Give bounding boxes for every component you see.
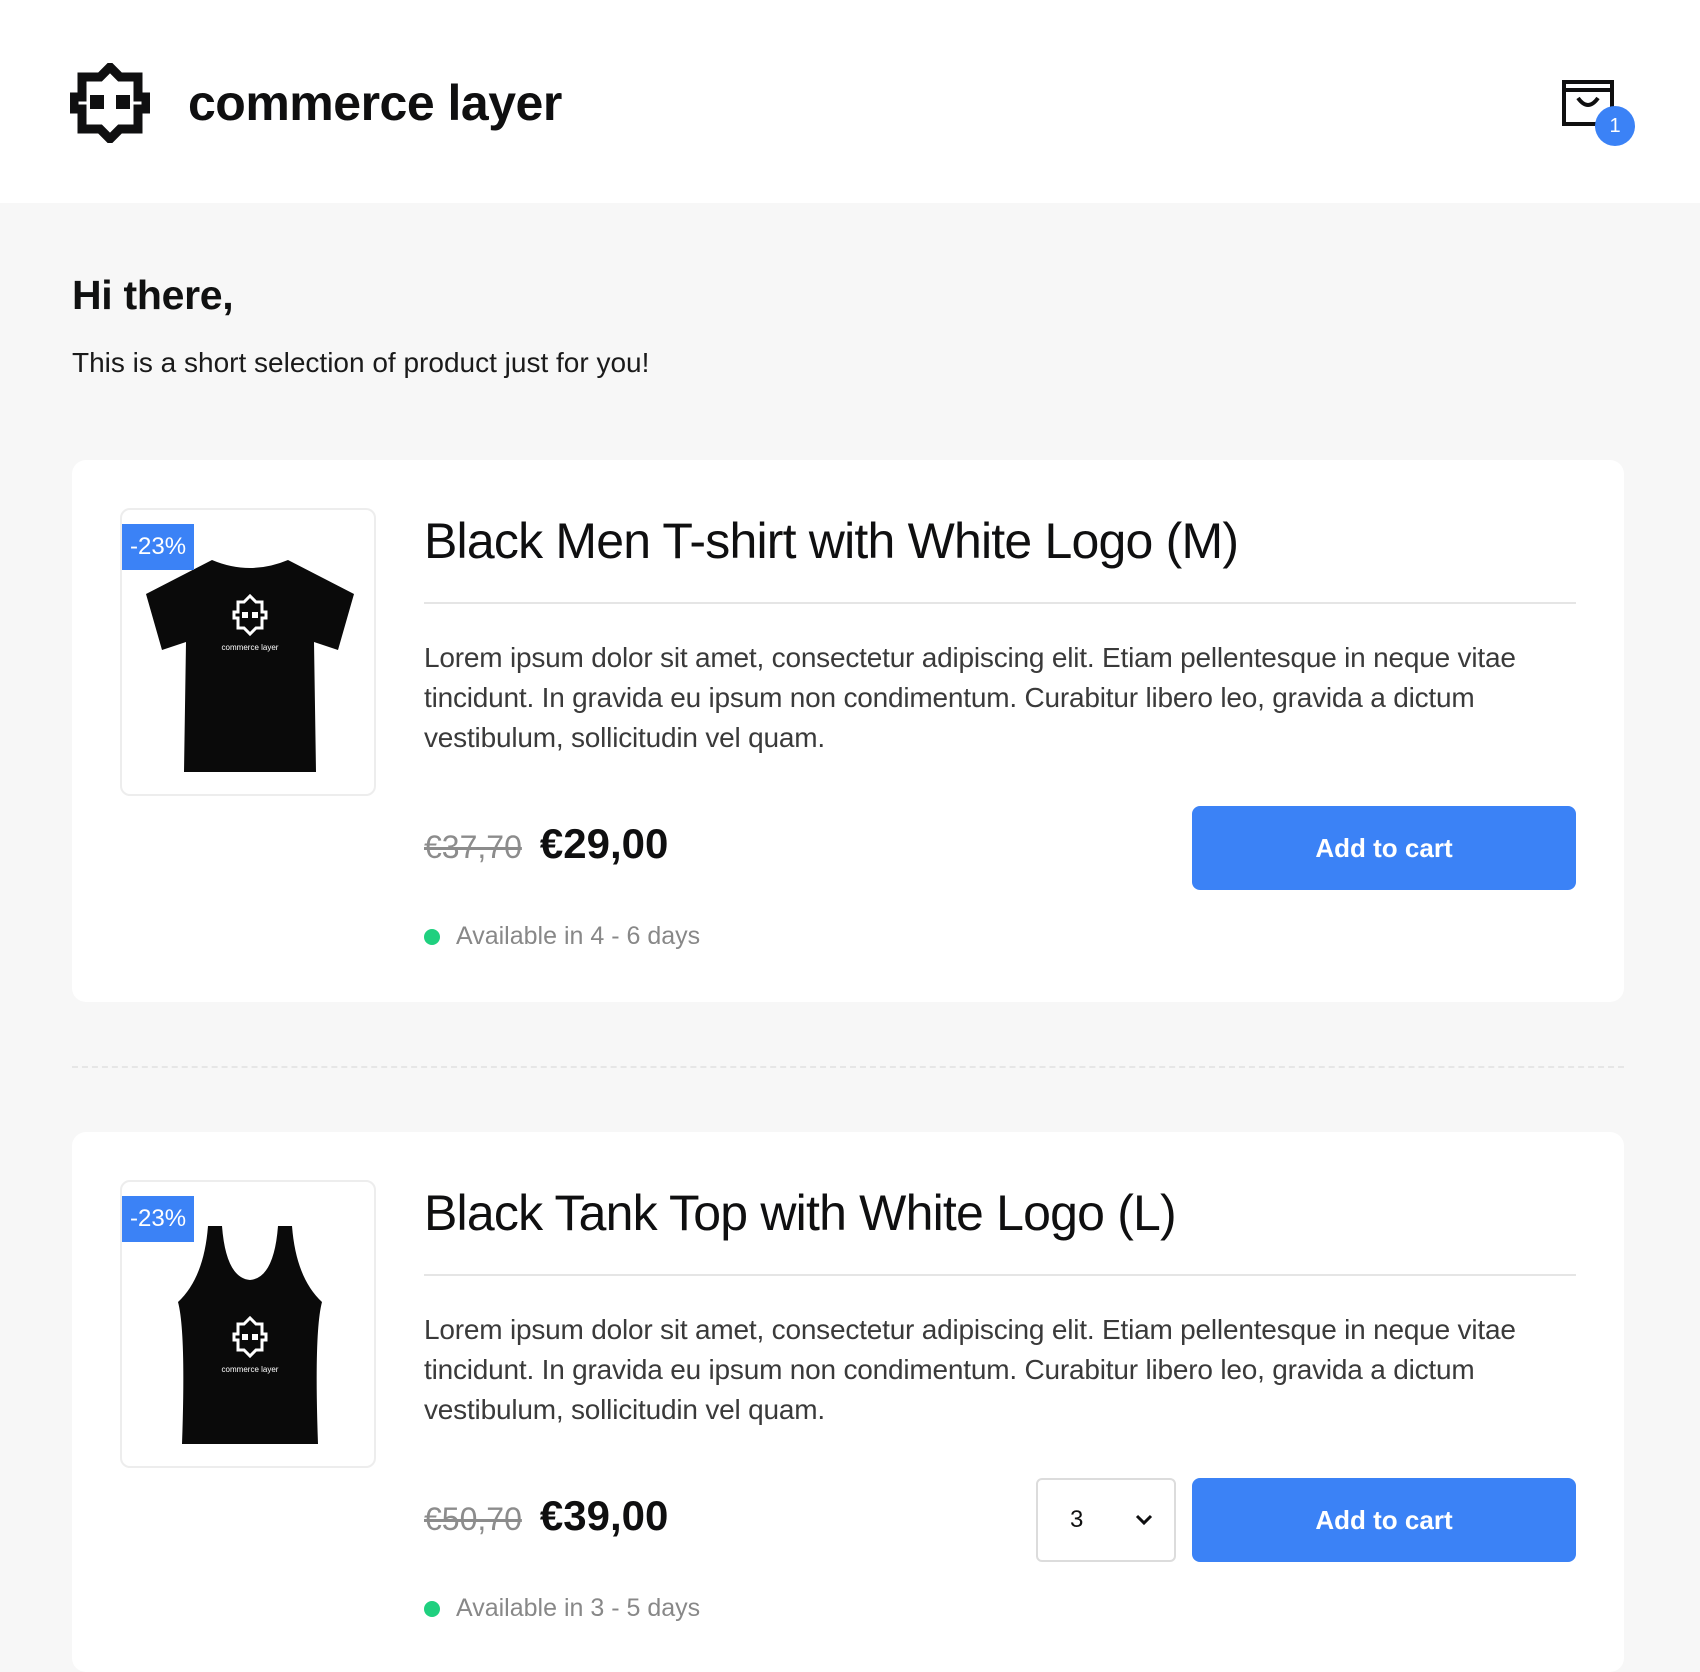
title-divider <box>424 1274 1576 1276</box>
tshirt-image: commerce layer <box>146 560 354 772</box>
discount-badge: -23% <box>122 1196 195 1242</box>
product-card: commerce layer -23% Black Men T-shirt wi… <box>72 460 1624 1002</box>
tank-top-image: commerce layer <box>178 1226 322 1444</box>
original-price: €50,70 <box>424 1501 522 1537</box>
chevron-down-icon <box>1135 1514 1153 1526</box>
product-title[interactable]: Black Tank Top with White Logo (L) <box>424 1184 1177 1242</box>
quantity-select[interactable]: 3 <box>1036 1478 1176 1562</box>
commerce-layer-logo-icon <box>70 63 150 143</box>
add-to-cart-button[interactable]: Add to cart <box>1192 806 1576 890</box>
availability-dot-icon <box>424 1600 440 1617</box>
cart-count-badge: 1 <box>1595 106 1635 146</box>
section-divider <box>72 1066 1624 1068</box>
price-block: €37,70 €29,00 <box>424 820 668 868</box>
product-description: Lorem ipsum dolor sit amet, consectetur … <box>424 642 1516 753</box>
title-divider <box>424 602 1576 604</box>
add-to-cart-button[interactable]: Add to cart <box>1192 1478 1576 1562</box>
availability-text: Available in 4 - 6 days <box>456 922 701 950</box>
product-title[interactable]: Black Men T-shirt with White Logo (M) <box>424 512 1239 570</box>
discount-badge: -23% <box>122 524 195 570</box>
intro-subtitle: This is a short selection of product jus… <box>72 347 650 378</box>
site-header: commerce layer 1 <box>0 0 1700 203</box>
cart-button[interactable]: 1 <box>1560 78 1635 146</box>
greeting-heading: Hi there, <box>72 272 234 318</box>
availability-dot-icon <box>424 928 440 945</box>
availability: Available in 3 - 5 days <box>424 1594 700 1623</box>
brand-name: commerce layer <box>188 75 562 131</box>
intro-section: Hi there, This is a short selection of p… <box>72 272 649 379</box>
availability-text: Available in 3 - 5 days <box>456 1594 701 1622</box>
quantity-value: 3 <box>1070 1506 1084 1533</box>
price-block: €50,70 €39,00 <box>424 1492 668 1540</box>
product-description: Lorem ipsum dolor sit amet, consectetur … <box>424 1314 1516 1425</box>
sale-price: €29,00 <box>539 820 669 867</box>
product-card: commerce layer -23% Black Tank Top with … <box>72 1132 1624 1672</box>
product-image[interactable]: commerce layer -23% <box>120 1180 376 1468</box>
sale-price: €39,00 <box>539 1492 669 1539</box>
tshirt-logo-text: commerce layer <box>222 643 279 652</box>
brand-logo[interactable]: commerce layer <box>70 63 562 143</box>
product-image[interactable]: commerce layer -23% <box>120 508 376 796</box>
availability: Available in 4 - 6 days <box>424 922 700 951</box>
original-price: €37,70 <box>424 829 522 865</box>
tank-top-logo-text: commerce layer <box>222 1365 279 1374</box>
